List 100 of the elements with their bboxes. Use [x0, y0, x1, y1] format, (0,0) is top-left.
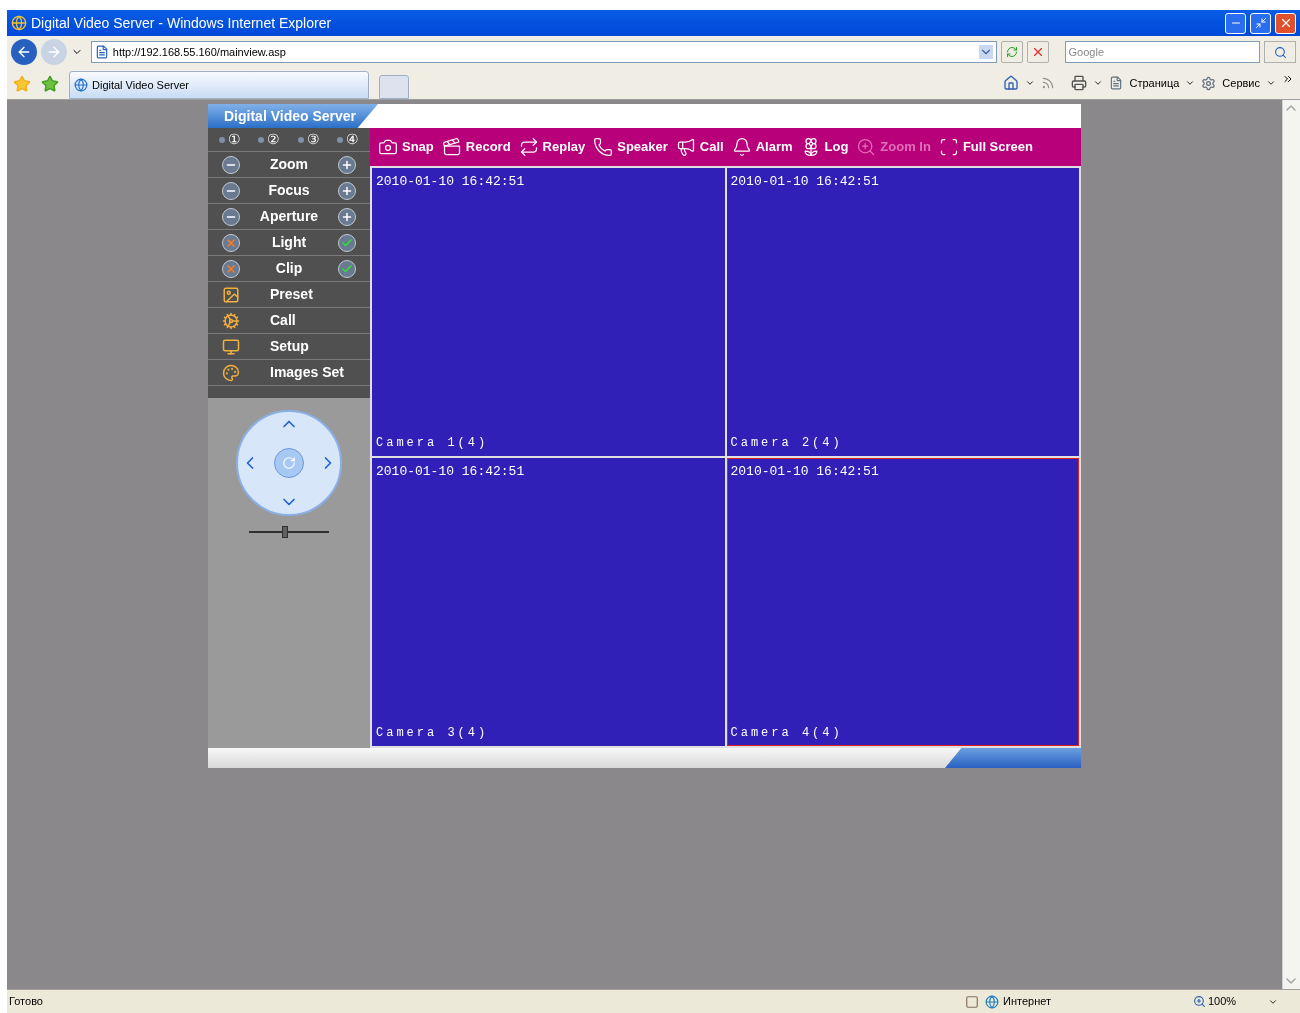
star-icon[interactable] — [41, 75, 59, 93]
plus-icon — [341, 210, 353, 223]
toolbar-button[interactable]: Call — [675, 137, 724, 157]
page-icon — [1109, 76, 1124, 90]
minus-button[interactable] — [222, 207, 240, 226]
menu-item[interactable]: Preset — [208, 282, 370, 308]
zone-text: Интернет — [1003, 994, 1052, 1010]
timestamp: 2010-01-10 16:42:51 — [730, 463, 880, 481]
caret-icon[interactable] — [1266, 78, 1276, 88]
toolbar-button[interactable]: Record — [441, 137, 511, 157]
camera-view[interactable]: 2010-01-10 16:42:51 Camera 3(4) — [372, 458, 725, 746]
monitor-icon — [222, 337, 240, 356]
gear-icon — [222, 311, 240, 330]
control-label: Aperture — [258, 207, 320, 226]
zoom-icon — [1193, 995, 1206, 1008]
cross-icon — [225, 236, 237, 249]
toolbar-button[interactable]: Alarm — [731, 137, 793, 157]
minus-button[interactable] — [222, 181, 240, 200]
control-label: Focus — [267, 181, 311, 200]
settings-icon — [1201, 75, 1217, 91]
toolbar-button[interactable]: Full Screen — [938, 137, 1033, 157]
channel-button[interactable]: ④ — [337, 129, 360, 150]
menu-item[interactable]: Call — [208, 308, 370, 334]
globe-icon — [985, 994, 999, 1009]
search-field[interactable]: Google — [1064, 41, 1261, 63]
browser-icon — [11, 15, 27, 31]
scrollbar[interactable] — [1282, 100, 1300, 989]
cross-icon — [225, 262, 237, 275]
refresh-button[interactable] — [1000, 41, 1023, 63]
back-button[interactable] — [11, 39, 37, 65]
toolbar-button[interactable]: Log — [800, 137, 849, 157]
app-title: Digital Video Server — [208, 104, 378, 128]
timestamp: 2010-01-10 16:42:51 — [376, 463, 526, 481]
close-button[interactable] — [1275, 12, 1296, 34]
star-icon[interactable] — [13, 75, 31, 93]
refresh-icon — [1005, 46, 1018, 58]
camera-view[interactable]: 2010-01-10 16:42:51 Camera 2(4) — [726, 168, 1079, 456]
zoom-in-icon — [856, 137, 877, 157]
browser-icon — [74, 78, 88, 92]
channel-button[interactable]: ② — [258, 129, 281, 150]
center-button[interactable] — [274, 448, 304, 478]
plus-button[interactable] — [338, 181, 356, 200]
print-icon[interactable] — [1071, 75, 1088, 91]
camera-label: Camera 4(4) — [730, 725, 844, 742]
zoom-level[interactable]: 100% — [1208, 993, 1268, 1010]
tab-label: Digital Video Server — [92, 77, 189, 93]
rotate-icon — [282, 456, 296, 470]
speed-slider[interactable] — [249, 526, 329, 538]
plus-button[interactable] — [338, 207, 356, 226]
caret-icon[interactable] — [1025, 78, 1036, 88]
channel-button[interactable]: ③ — [297, 129, 320, 150]
control-label: Zoom — [268, 155, 310, 174]
camera-view[interactable]: 2010-01-10 16:42:51 Camera 1(4) — [372, 168, 725, 456]
camera-label: Camera 1(4) — [376, 435, 490, 452]
restore-button[interactable] — [1250, 12, 1271, 34]
camera-label: Camera 3(4) — [376, 725, 490, 742]
stop-button[interactable] — [1026, 41, 1049, 63]
home-icon[interactable] — [1003, 75, 1020, 91]
plus-icon — [341, 158, 353, 171]
window-title: Digital Video Server - Windows Internet Explorer — [31, 13, 333, 33]
plus-icon — [341, 184, 353, 197]
off-button[interactable] — [222, 233, 240, 252]
caret-icon[interactable] — [1093, 78, 1104, 88]
menu-item[interactable]: Setup — [208, 334, 370, 360]
address-field[interactable]: http://192.168.55.160/mainview.asp — [90, 41, 997, 63]
plus-button[interactable] — [338, 155, 356, 174]
camera-view[interactable]: 2010-01-10 16:42:51 Camera 4(4) — [726, 458, 1079, 746]
browser-tab[interactable]: Digital Video Server — [69, 71, 369, 99]
on-button[interactable] — [338, 259, 356, 278]
more-icon[interactable] — [1282, 73, 1294, 85]
minus-button[interactable] — [222, 155, 240, 174]
off-button[interactable] — [222, 259, 240, 278]
dropdown-icon[interactable] — [978, 45, 993, 59]
minimize-button[interactable] — [1225, 12, 1246, 34]
check-icon — [341, 236, 353, 249]
timestamp: 2010-01-10 16:42:51 — [376, 173, 526, 191]
search-button[interactable] — [1264, 41, 1296, 63]
clapperboard-icon — [441, 137, 462, 157]
toolbar-button[interactable]: Snap — [378, 137, 434, 157]
frame-icon — [938, 137, 959, 157]
megaphone-icon — [675, 137, 696, 157]
channel-button[interactable]: ① — [218, 129, 241, 150]
bell-icon — [731, 137, 752, 157]
menu-item[interactable]: Images Set — [208, 360, 370, 386]
palette-icon — [222, 363, 240, 382]
search-icon — [1273, 45, 1287, 59]
control-label: Clip — [274, 259, 304, 278]
page-icon — [94, 45, 109, 59]
caret-icon[interactable] — [1185, 78, 1196, 88]
square-icon — [965, 994, 979, 1009]
camera-icon — [378, 137, 398, 157]
page-menu[interactable]: Страница — [1129, 74, 1180, 92]
toolbar-button[interactable]: Speaker — [593, 137, 668, 157]
tools-menu[interactable]: Сервис — [1222, 74, 1260, 92]
on-button[interactable] — [338, 233, 356, 252]
toolbar-button[interactable]: Replay — [518, 137, 586, 157]
phone-icon — [593, 137, 614, 157]
camera-label: Camera 2(4) — [730, 435, 844, 452]
feeds-icon[interactable] — [1041, 76, 1056, 90]
url-text: http://192.168.55.160/mainview.asp — [112, 44, 287, 60]
